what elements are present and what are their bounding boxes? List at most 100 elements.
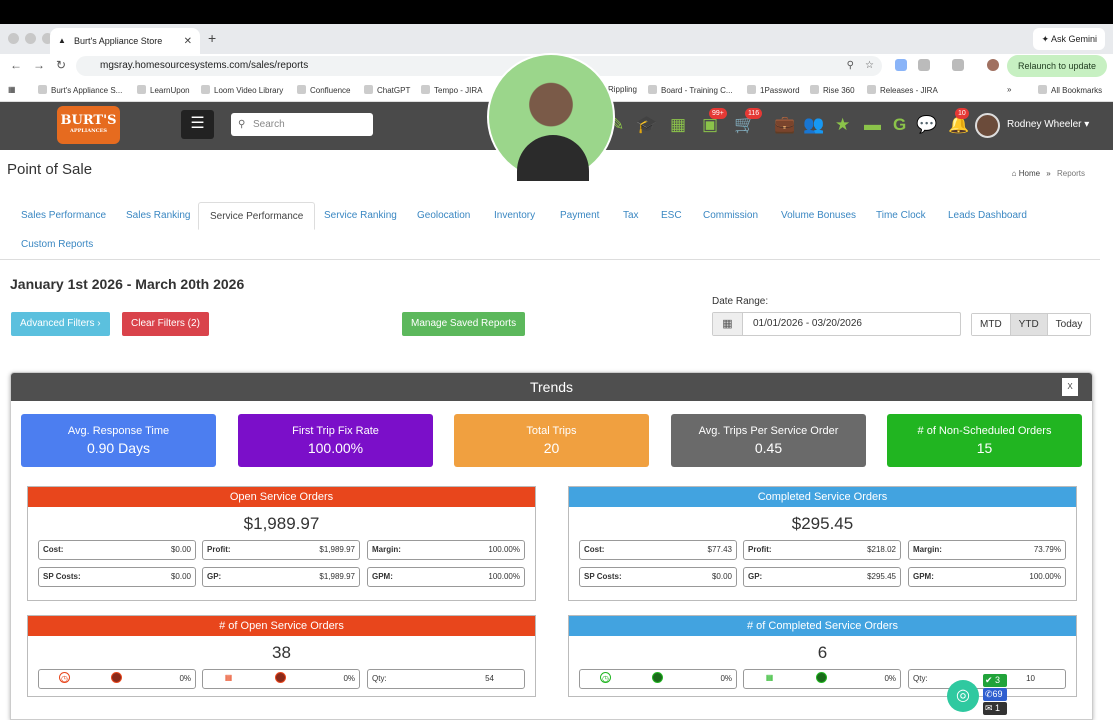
tab-inventory[interactable]: Inventory [483,202,546,230]
open-gp: GP: $1,989.97 [202,567,360,587]
breadcrumb: ⌂ Home » Reports [1011,169,1085,178]
kpi-total-trips: Total Trips 20 [454,414,649,467]
search-input[interactable]: ⚲ Search [231,113,373,136]
users-icon[interactable]: 👥 [803,114,824,136]
bookmark-item[interactable]: LearnUpon [137,85,190,95]
manage-saved-reports-button[interactable]: Manage Saved Reports [402,312,526,336]
profile-icon[interactable] [987,59,999,71]
bookmark-item[interactable]: Loom Video Library [201,85,283,95]
star-icon[interactable]: ★ [835,114,850,136]
google-icon[interactable]: G [893,114,906,136]
chevron-right-icon: › [97,318,101,329]
open-gpm: GPM: 100.00% [367,567,525,587]
tab-time-clock[interactable]: Time Clock [865,202,937,230]
support-chat-icon[interactable]: ◎ [947,680,979,712]
bookmark-item[interactable]: ChatGPT [364,85,410,95]
open-orders-title: Open Service Orders [28,487,535,507]
all-bookmarks[interactable]: All Bookmarks [1038,85,1102,95]
search-icon: ⚲ [238,119,246,130]
user-menu[interactable]: Rodney Wheeler ▾ [1007,119,1089,130]
ytd-button[interactable]: YTD [1010,314,1048,335]
folder-icon[interactable]: ▬ [864,114,881,136]
browser-tab[interactable]: ▲ Burt's Appliance Store ✕ [50,28,200,54]
tab-custom-reports[interactable]: Custom Reports [10,231,104,259]
bookmark-star-icon[interactable]: ☆ [865,56,874,76]
completed-service-orders-box: Completed Service Orders $295.45 Cost: $7… [568,486,1077,601]
completed-gpm: GPM: 100.00% [908,567,1066,587]
tab-payment[interactable]: Payment [549,202,610,230]
tab-sales-ranking[interactable]: Sales Ranking [115,202,201,230]
tab-sales-performance[interactable]: Sales Performance [10,202,117,230]
more-bookmarks-icon[interactable]: » [1007,85,1011,94]
date-heading: January 1st 2026 - March 20th 2026 [10,276,245,292]
avatar[interactable] [975,113,1000,138]
checks-count: ✔ 3 [983,674,1007,687]
tab-service-performance[interactable]: Service Performance [198,202,316,230]
tab-commission[interactable]: Commission [692,202,769,230]
today-button[interactable]: Today [1047,314,1091,335]
open-service-orders-box: Open Service Orders $1,989.97 Cost: $0.00… [27,486,536,601]
new-tab-button[interactable]: + [208,30,216,46]
back-icon[interactable]: ← [10,58,22,72]
completed-orders-title: Completed Service Orders [569,487,1076,507]
bookmark-item[interactable]: Board - Training C... [648,85,733,95]
status-dot-icon [275,672,286,683]
zoom-icon[interactable]: ⚲ [847,56,854,76]
url-input[interactable]: mgsray.homesourcesystems.com/sales/repor… [76,56,882,76]
puzzle-icon[interactable] [918,59,930,71]
ask-gemini-button[interactable]: ✦ Ask Gemini [1033,28,1105,50]
menu-toggle-button[interactable]: ☰ [181,110,214,139]
relaunch-button[interactable]: Relaunch to update [1007,55,1107,77]
bookmark-item[interactable]: 1Password [747,85,800,95]
apps-icon[interactable]: ▦ [8,85,16,94]
graduation-cap-icon[interactable]: 🎓 [636,114,657,136]
date-range-input[interactable]: ▦ 01/01/2026 - 03/20/2026 [712,312,961,336]
tab-volume-bonuses[interactable]: Volume Bonuses [770,202,867,230]
open-count-stat-2: ▦ 0% [202,669,360,689]
kpi-avg-trips-per-order: Avg. Trips Per Service Order 0.45 [671,414,866,467]
chat-icon[interactable]: 💬 [916,114,937,136]
extension-icon[interactable] [895,59,907,71]
briefcase-icon[interactable]: 💼 [774,114,795,136]
status-dot-icon [816,672,827,683]
open-count-title: # of Open Service Orders [28,616,535,636]
completed-count-stat-1: ◷ 0% [579,669,737,689]
reload-icon[interactable]: ↻ [56,58,66,72]
bookmark-item[interactable]: Confluence [297,85,350,95]
bell-badge: 10 [955,108,969,119]
tab-service-ranking[interactable]: Service Ranking [313,202,408,230]
tab-leads-dashboard[interactable]: Leads Dashboard [937,202,1038,230]
completed-sp-costs: SP Costs: $0.00 [579,567,737,587]
status-dot-icon [111,672,122,683]
sidepanel-icon[interactable] [952,59,964,71]
bookmark-item[interactable]: Rise 360 [810,85,855,95]
breadcrumb-current: Reports [1056,169,1085,178]
advanced-filters-button[interactable]: Advanced Filters › [11,312,110,336]
packages-badge: 99+ [709,108,727,119]
completed-count-stat-2: ▦ 0% [743,669,901,689]
tab-esc[interactable]: ESC [650,202,693,230]
close-tab-icon[interactable]: ✕ [184,36,192,47]
calculator-icon[interactable]: ▦ [670,114,686,136]
excel-export-icon[interactable]: X [1062,378,1078,396]
tab-tax[interactable]: Tax [612,202,650,230]
window-controls[interactable] [8,33,53,44]
completed-cost: Cost: $77.43 [579,540,737,560]
mtd-button[interactable]: MTD [972,314,1011,335]
favicon-icon: ▲ [58,36,66,45]
store-logo[interactable]: BURT'S APPLIANCES [57,106,120,144]
bookmark-item[interactable]: Burt's Appliance S... [38,85,122,95]
bookmark-item[interactable]: Releases - JIRA [867,85,938,95]
bookmark-item[interactable]: Rippling [608,85,637,94]
home-icon: ⌂ [1011,169,1017,178]
open-count-value: 38 [272,643,291,662]
bookmark-item[interactable]: Tempo - JIRA [421,85,482,95]
trends-header: Trends X [11,373,1092,401]
status-dot-icon [652,672,663,683]
clear-filters-button[interactable]: Clear Filters (2) [122,312,209,336]
calendar-icon[interactable]: ▦ [713,313,743,335]
forward-icon[interactable]: → [33,58,45,72]
tab-geolocation[interactable]: Geolocation [406,202,481,230]
breadcrumb-home[interactable]: Home [1019,169,1040,178]
open-sp-costs: SP Costs: $0.00 [38,567,196,587]
